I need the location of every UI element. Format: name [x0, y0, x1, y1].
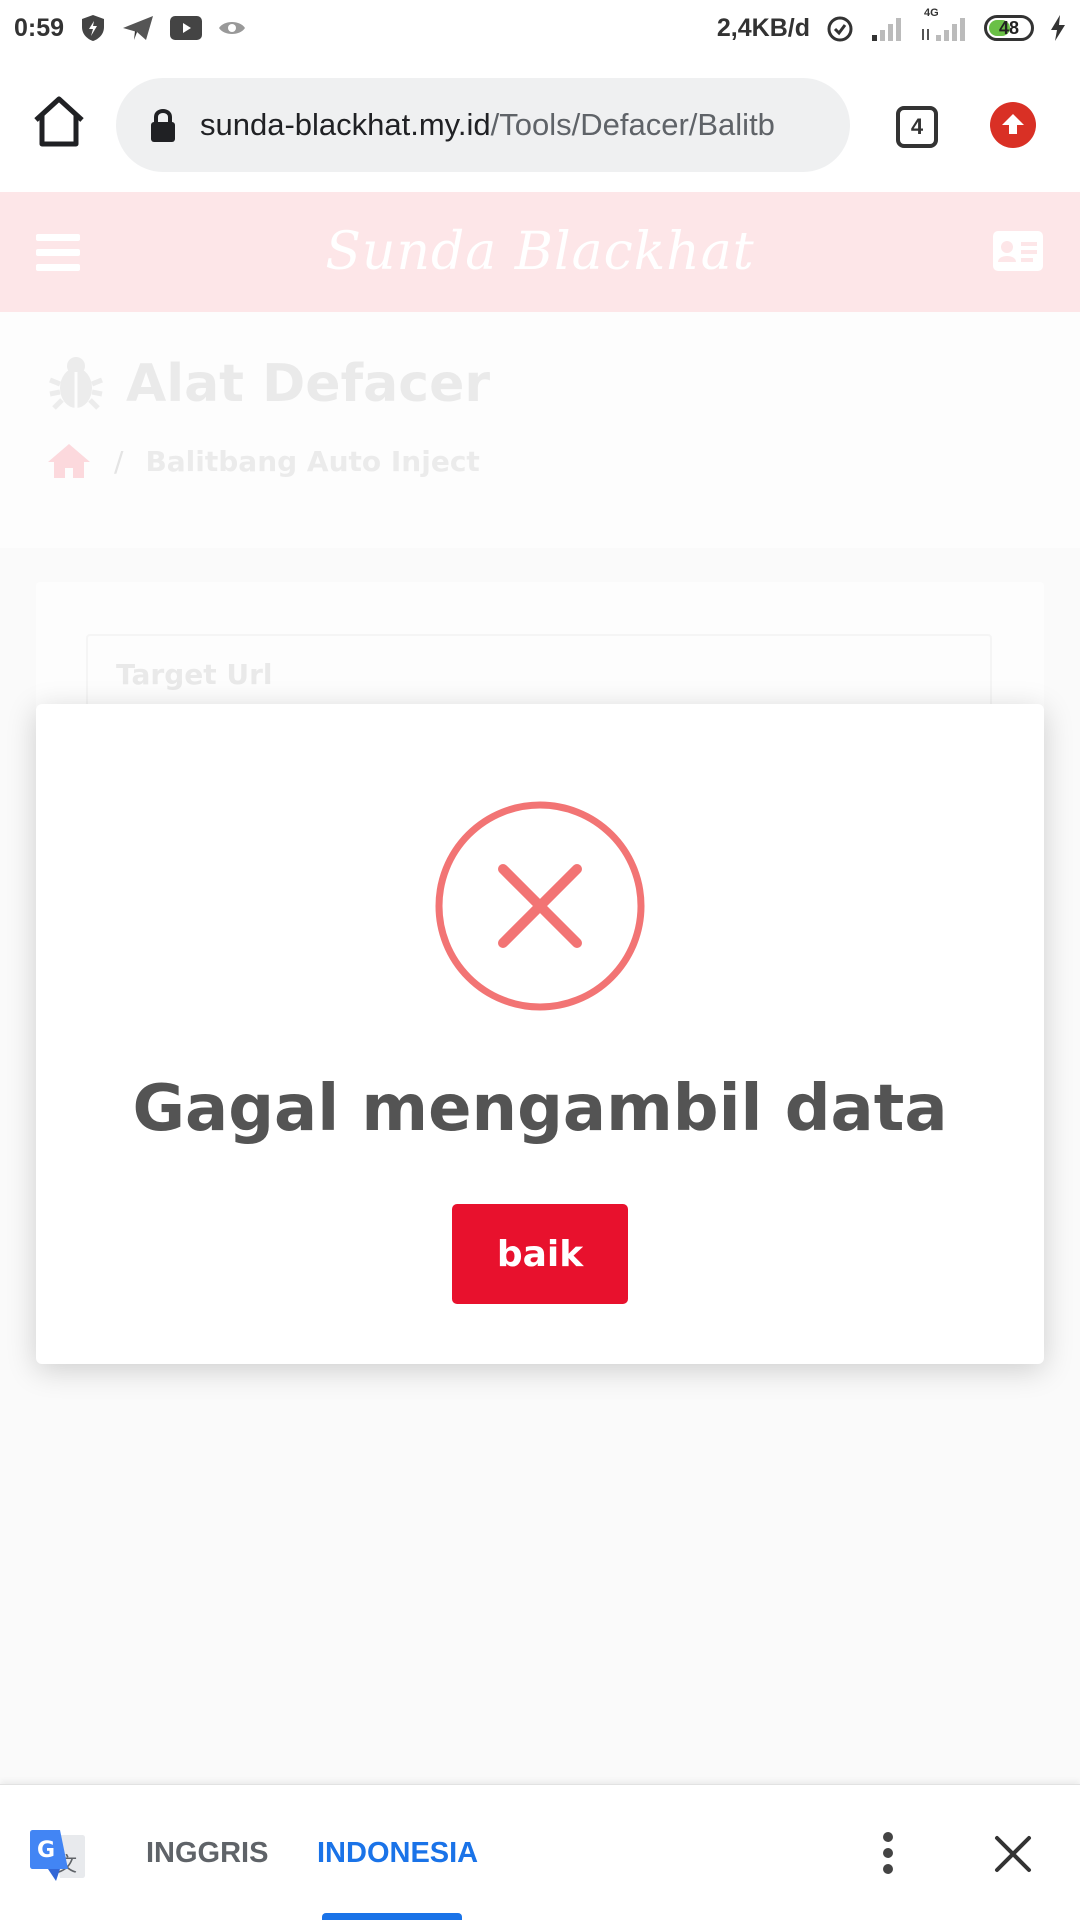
- update-button[interactable]: [990, 102, 1036, 148]
- charging-icon: [1050, 15, 1066, 41]
- arrow-up-icon: [1002, 114, 1024, 134]
- bug-icon: [49, 357, 103, 410]
- site-brand[interactable]: Sunda Blackhat: [325, 222, 754, 282]
- breadcrumb: / Balitbang Auto Inject: [46, 442, 1034, 480]
- page-title-area: Alat Defacer / Balitbang Auto Inject: [0, 312, 1080, 548]
- browser-toolbar: sunda-blackhat.my.id/Tools/Defacer/Balit…: [0, 56, 1080, 192]
- status-bar: 0:59 2,4KB/d 4G 48: [0, 0, 1080, 56]
- status-time: 0:59: [14, 13, 65, 42]
- eye-icon: [218, 19, 246, 37]
- page-title-text: Alat Defacer: [126, 354, 490, 414]
- home-button[interactable]: [30, 94, 88, 150]
- breadcrumb-separator: /: [114, 444, 124, 478]
- url-host: sunda-blackhat.my.id: [200, 107, 491, 142]
- close-icon[interactable]: [994, 1835, 1032, 1873]
- menu-icon[interactable]: [36, 234, 80, 271]
- language-tab-target[interactable]: INDONESIA: [317, 1837, 478, 1870]
- url-text: sunda-blackhat.my.id/Tools/Defacer/Balit…: [200, 107, 830, 143]
- lock-icon: [151, 109, 175, 142]
- battery-level: 48: [998, 17, 1020, 38]
- battery-indicator: 48: [984, 15, 1034, 41]
- page-title: Alat Defacer: [46, 354, 1034, 414]
- breadcrumb-current: Balitbang Auto Inject: [145, 444, 480, 478]
- signal-4g-icon: 4G: [920, 7, 968, 41]
- translate-bar: 文 G INGGRIS INDONESIA: [0, 1784, 1080, 1920]
- svg-text:G: G: [37, 1838, 55, 1863]
- error-x-icon: [435, 801, 645, 1011]
- active-tab-indicator: [322, 1913, 462, 1920]
- network-speed: 2,4KB/d: [716, 13, 810, 42]
- telegram-icon: [122, 14, 154, 42]
- shield-icon: [80, 14, 106, 42]
- url-bar[interactable]: sunda-blackhat.my.id/Tools/Defacer/Balit…: [116, 78, 850, 172]
- target-url-input[interactable]: [86, 634, 992, 714]
- home-icon[interactable]: [46, 442, 92, 480]
- google-translate-icon: 文 G: [30, 1830, 85, 1881]
- alarm-icon: [826, 14, 854, 42]
- signal-icon: [870, 15, 904, 41]
- tab-switcher-button[interactable]: 4: [896, 106, 938, 148]
- url-path: /Tools/Defacer/Balitb: [490, 107, 775, 142]
- ok-button[interactable]: baik: [452, 1204, 628, 1304]
- language-tab-source[interactable]: INGGRIS: [146, 1837, 268, 1870]
- dialog-title: Gagal mengambil data: [132, 1072, 948, 1146]
- home-icon: [34, 96, 84, 147]
- site-header: Sunda Blackhat: [0, 192, 1080, 312]
- id-card-icon[interactable]: [992, 230, 1044, 272]
- more-options-icon[interactable]: [876, 1831, 900, 1875]
- youtube-icon: [170, 16, 203, 40]
- network-type: 4G: [924, 7, 939, 19]
- error-dialog: Gagal mengambil data baik: [36, 704, 1044, 1364]
